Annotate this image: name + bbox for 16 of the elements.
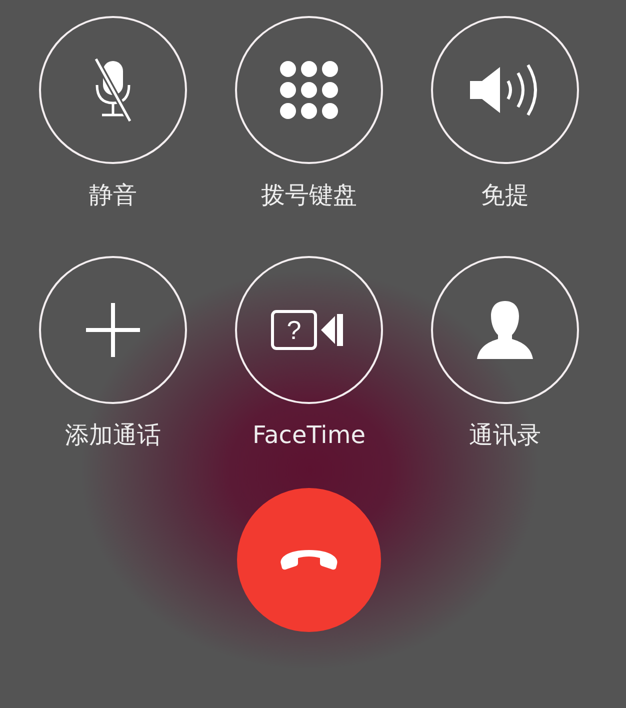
control-label: 静音	[89, 180, 137, 210]
keypad-icon	[279, 60, 339, 120]
speaker-button[interactable]	[431, 16, 579, 164]
mute-button[interactable]	[39, 16, 187, 164]
control-label: 添加通话	[65, 420, 161, 450]
keypad-button[interactable]	[235, 16, 383, 164]
control-label: FaceTime	[252, 420, 366, 450]
phone-handset-icon	[279, 548, 339, 572]
person-icon	[477, 301, 533, 359]
add-button[interactable]	[39, 256, 187, 404]
contacts-button[interactable]	[431, 256, 579, 404]
facetime-button[interactable]: ?	[235, 256, 383, 404]
control-label: 拨号键盘	[261, 180, 357, 210]
control-label: 免提	[481, 180, 529, 210]
control-label: 通讯录	[469, 420, 541, 450]
plus-icon	[86, 303, 140, 357]
